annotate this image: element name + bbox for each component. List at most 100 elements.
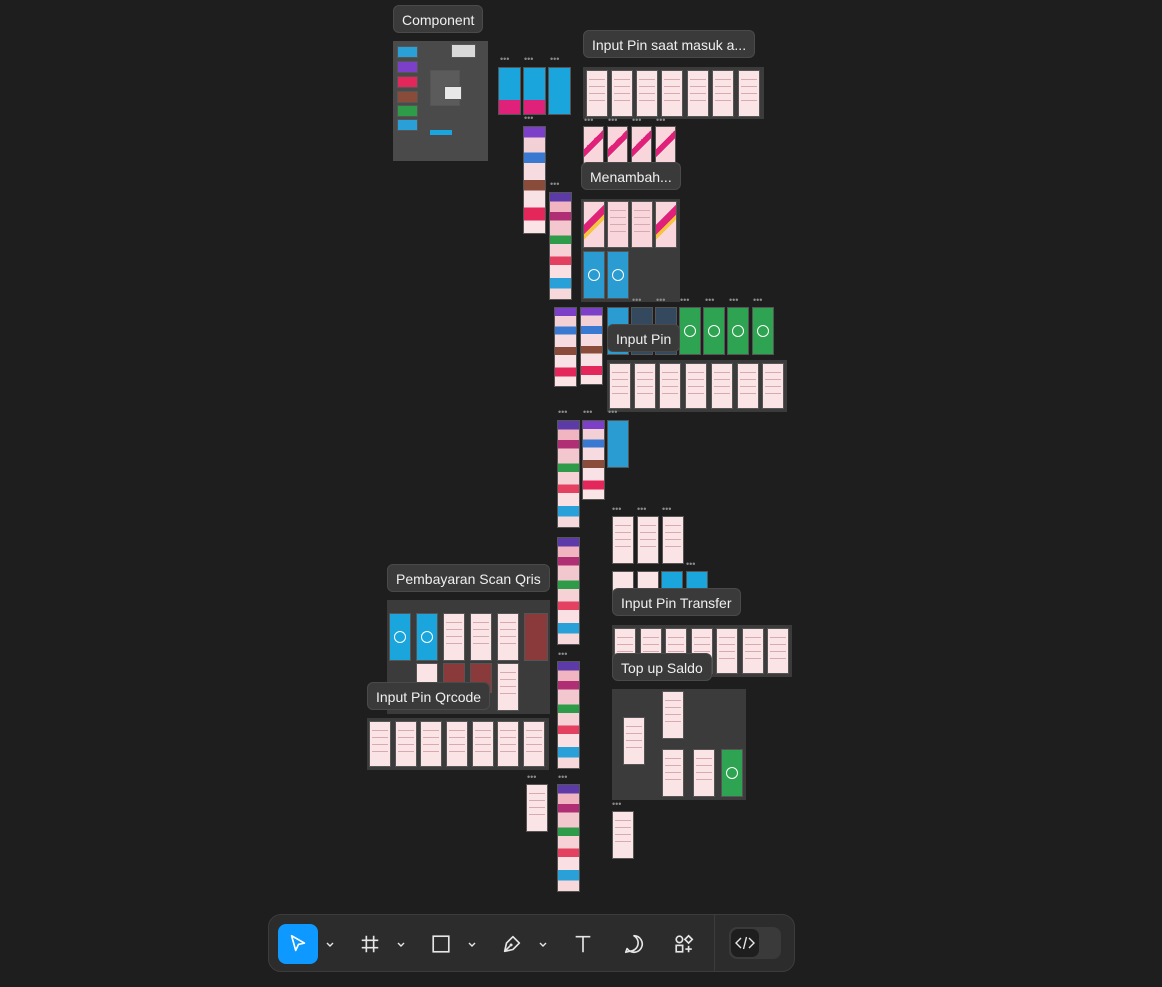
frame-tool-menu-button[interactable] <box>394 924 408 964</box>
screen-frame[interactable] <box>712 70 734 117</box>
more-indicator[interactable]: ••• <box>500 55 509 64</box>
screen-frame[interactable] <box>582 420 605 500</box>
more-indicator[interactable]: ••• <box>729 296 738 305</box>
screen-frame[interactable] <box>524 613 548 661</box>
screen-frame[interactable] <box>389 613 411 661</box>
screen-frame[interactable] <box>497 663 519 711</box>
more-indicator[interactable]: ••• <box>656 296 665 305</box>
screen-frame[interactable] <box>583 126 604 164</box>
screen-frame[interactable] <box>767 628 789 674</box>
screen-frame[interactable] <box>498 67 521 115</box>
section-label-component[interactable]: Component <box>393 5 484 33</box>
more-indicator[interactable]: ••• <box>680 296 689 305</box>
pen-tool-menu-button[interactable] <box>536 924 550 964</box>
screen-frame[interactable] <box>557 661 580 769</box>
screen-frame[interactable] <box>631 201 653 248</box>
screen-frame[interactable] <box>523 67 546 115</box>
dev-mode-toggle[interactable] <box>729 927 781 959</box>
screen-frame[interactable] <box>497 721 519 767</box>
screen-frame[interactable] <box>623 717 645 765</box>
screen-frame[interactable] <box>742 628 764 674</box>
move-tool-menu-button[interactable] <box>323 924 337 964</box>
more-indicator[interactable]: ••• <box>524 55 533 64</box>
screen-frame[interactable] <box>636 70 658 117</box>
screen-frame[interactable] <box>607 420 629 468</box>
more-indicator[interactable]: ••• <box>637 505 646 514</box>
section-label-top-up-saldo[interactable]: Top up Saldo <box>612 653 712 681</box>
screen-frame[interactable] <box>612 516 634 564</box>
more-indicator[interactable]: ••• <box>527 773 536 782</box>
screen-frame[interactable] <box>557 420 580 528</box>
screen-frame[interactable] <box>737 363 759 409</box>
screen-frame[interactable] <box>662 516 684 564</box>
screen-frame[interactable] <box>662 691 684 739</box>
screen-frame[interactable] <box>607 201 629 248</box>
screen-frame[interactable] <box>583 201 605 248</box>
screen-frame[interactable] <box>586 70 608 117</box>
section-label-input-pin-qrcode[interactable]: Input Pin Qrcode <box>367 682 491 710</box>
screen-frame[interactable] <box>548 67 571 115</box>
screen-frame[interactable] <box>661 70 683 117</box>
more-indicator[interactable]: ••• <box>612 800 621 809</box>
screen-frame[interactable] <box>549 192 572 300</box>
more-indicator[interactable]: ••• <box>753 296 762 305</box>
more-indicator[interactable]: ••• <box>584 116 593 125</box>
screen-frame[interactable] <box>497 613 519 661</box>
pen-tool-button[interactable] <box>492 924 532 964</box>
more-indicator[interactable]: ••• <box>583 408 592 417</box>
screen-frame[interactable] <box>609 363 631 409</box>
section-label-input-pin-transfer[interactable]: Input Pin Transfer <box>612 588 741 616</box>
more-indicator[interactable]: ••• <box>612 505 621 514</box>
shape-tool-button[interactable] <box>421 924 461 964</box>
screen-frame[interactable] <box>583 251 605 299</box>
screen-frame[interactable] <box>557 784 580 892</box>
more-indicator[interactable]: ••• <box>662 505 671 514</box>
screen-frame[interactable] <box>554 307 577 387</box>
screen-frame[interactable] <box>687 70 709 117</box>
screen-frame[interactable] <box>557 537 580 645</box>
screen-frame[interactable] <box>446 721 468 767</box>
screen-frame[interactable] <box>523 126 546 234</box>
screen-frame[interactable] <box>526 784 548 832</box>
more-indicator[interactable]: ••• <box>558 773 567 782</box>
screen-frame[interactable] <box>395 721 417 767</box>
section-label-pembayaran-scan-qris[interactable]: Pembayaran Scan Qris <box>387 564 550 592</box>
section-label-input-pin[interactable]: Input Pin <box>607 324 681 352</box>
text-tool-button[interactable] <box>563 924 603 964</box>
screen-frame[interactable] <box>659 363 681 409</box>
frame-tool-button[interactable] <box>350 924 390 964</box>
section-label-input-pin-masuk[interactable]: Input Pin saat masuk a... <box>583 30 756 58</box>
more-indicator[interactable]: ••• <box>686 560 695 569</box>
screen-frame[interactable] <box>637 516 659 564</box>
actions-tool-button[interactable] <box>664 924 704 964</box>
move-tool-button[interactable] <box>278 924 318 964</box>
more-indicator[interactable]: ••• <box>632 296 641 305</box>
screen-frame[interactable] <box>611 70 633 117</box>
more-indicator[interactable]: ••• <box>608 408 617 417</box>
screen-frame[interactable] <box>580 307 603 385</box>
screen-frame[interactable] <box>752 307 774 355</box>
screen-frame[interactable] <box>470 613 492 661</box>
screen-frame[interactable] <box>612 811 634 859</box>
screen-frame[interactable] <box>655 126 676 164</box>
screen-frame[interactable] <box>727 307 749 355</box>
more-indicator[interactable]: ••• <box>558 408 567 417</box>
more-indicator[interactable]: ••• <box>524 114 533 123</box>
shape-tool-menu-button[interactable] <box>465 924 479 964</box>
more-indicator[interactable]: ••• <box>550 55 559 64</box>
screen-frame[interactable] <box>420 721 442 767</box>
more-indicator[interactable]: ••• <box>705 296 714 305</box>
more-indicator[interactable]: ••• <box>558 650 567 659</box>
screen-frame[interactable] <box>762 363 784 409</box>
screen-frame[interactable] <box>679 307 701 355</box>
screen-frame[interactable] <box>721 749 743 797</box>
section-label-menambah[interactable]: Menambah... <box>581 162 681 190</box>
screen-frame[interactable] <box>655 201 677 248</box>
screen-frame[interactable] <box>472 721 494 767</box>
comment-tool-button[interactable] <box>614 924 654 964</box>
screen-frame[interactable] <box>369 721 391 767</box>
screen-frame[interactable] <box>716 628 738 674</box>
screen-frame[interactable] <box>631 126 652 164</box>
design-canvas[interactable]: Component ••• ••• ••• Input Pin saat mas… <box>0 0 1162 987</box>
screen-frame[interactable] <box>703 307 725 355</box>
